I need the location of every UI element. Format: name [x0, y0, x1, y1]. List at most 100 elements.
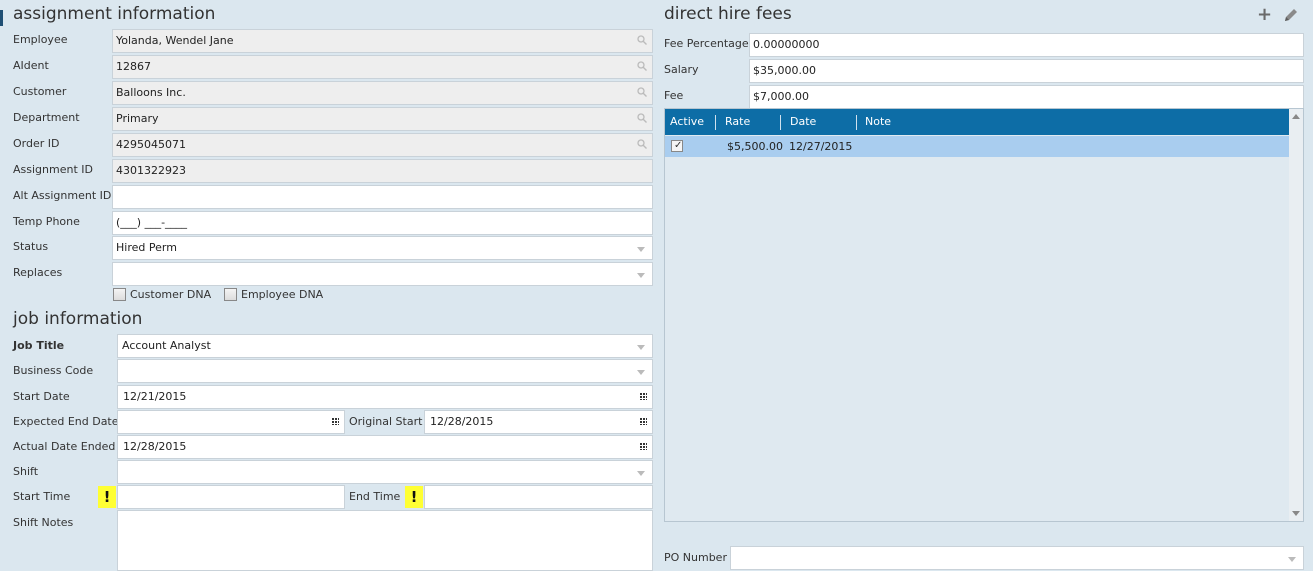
- chevron-down-icon[interactable]: [1288, 557, 1296, 562]
- column-separator[interactable]: [780, 115, 781, 130]
- plus-icon[interactable]: +: [1257, 6, 1272, 24]
- aident-field[interactable]: 12867: [112, 55, 653, 79]
- calendar-icon[interactable]: [332, 418, 339, 425]
- start-date-label: Start Date: [13, 390, 70, 403]
- check-icon: ✓: [674, 140, 683, 151]
- assignment-section-title: assignment information: [13, 4, 216, 24]
- column-header-rate[interactable]: Rate: [725, 109, 750, 135]
- status-select[interactable]: Hired Perm: [112, 236, 653, 260]
- fee-percentage-value: 0.00000000: [753, 38, 820, 51]
- fee-label: Fee: [664, 89, 684, 102]
- temp-phone-input[interactable]: (___) ___-____: [112, 211, 653, 235]
- chevron-down-icon[interactable]: [637, 273, 645, 278]
- department-field[interactable]: Primary: [112, 107, 653, 131]
- actual-date-ended-label: Actual Date Ended: [13, 440, 116, 453]
- fee-percentage-input[interactable]: 0.00000000: [749, 33, 1304, 57]
- salary-input[interactable]: $35,000.00: [749, 59, 1304, 83]
- customer-dna-checkbox[interactable]: [113, 288, 126, 301]
- aident-value: 12867: [116, 60, 151, 73]
- employee-label: Employee: [13, 33, 68, 46]
- row-active-checkbox[interactable]: ✓: [671, 140, 683, 152]
- original-start-label: Original Start: [349, 415, 423, 428]
- column-separator[interactable]: [715, 115, 716, 130]
- end-time-input[interactable]: [424, 485, 653, 509]
- fee-percentage-label: Fee Percentage: [664, 37, 749, 50]
- start-time-input[interactable]: [117, 485, 345, 509]
- pencil-icon[interactable]: [1283, 7, 1299, 23]
- column-header-note[interactable]: Note: [865, 109, 891, 135]
- scroll-down-icon[interactable]: [1292, 511, 1300, 516]
- po-number-label: PO Number: [664, 551, 727, 564]
- calendar-icon[interactable]: [640, 443, 647, 450]
- chevron-down-icon[interactable]: [637, 471, 645, 476]
- employee-field[interactable]: Yolanda, Wendel Jane: [112, 29, 653, 53]
- scroll-up-icon[interactable]: [1292, 114, 1300, 119]
- calendar-icon[interactable]: [640, 418, 647, 425]
- actual-date-ended-input[interactable]: 12/28/2015: [117, 435, 653, 459]
- shift-label: Shift: [13, 465, 39, 478]
- row-rate: $5,500.00: [727, 140, 783, 153]
- actual-date-ended-value: 12/28/2015: [123, 440, 187, 453]
- section-accent: [0, 10, 3, 26]
- shift-notes-label: Shift Notes: [13, 516, 74, 529]
- po-number-select[interactable]: [730, 546, 1304, 570]
- expected-end-date-input[interactable]: [117, 410, 345, 434]
- chevron-down-icon[interactable]: [637, 345, 645, 350]
- status-value: Hired Perm: [116, 241, 177, 254]
- business-code-select[interactable]: [117, 359, 653, 383]
- direct-hire-section-title: direct hire fees: [664, 4, 792, 24]
- order-id-field[interactable]: 4295045071: [112, 133, 653, 157]
- calendar-icon[interactable]: [640, 393, 647, 400]
- business-code-label: Business Code: [13, 364, 94, 377]
- grid-header: Active Rate Date Note: [665, 109, 1289, 135]
- original-start-input[interactable]: 12/28/2015: [424, 410, 653, 434]
- search-icon[interactable]: [637, 113, 647, 123]
- replaces-label: Replaces: [13, 266, 63, 279]
- expected-end-date-label: Expected End Date: [13, 415, 119, 428]
- customer-field[interactable]: Balloons Inc.: [112, 81, 653, 105]
- alt-assignment-id-input[interactable]: [112, 185, 653, 209]
- column-separator[interactable]: [856, 115, 857, 130]
- table-row[interactable]: ✓ $5,500.00 12/27/2015: [665, 136, 1289, 157]
- department-label: Department: [13, 111, 80, 124]
- employee-dna-checkbox[interactable]: [224, 288, 237, 301]
- end-time-warning-icon: !: [405, 486, 423, 508]
- column-header-date[interactable]: Date: [790, 109, 816, 135]
- start-date-value: 12/21/2015: [123, 390, 187, 403]
- employee-dna-label: Employee DNA: [241, 288, 324, 301]
- chevron-down-icon[interactable]: [637, 247, 645, 252]
- aident-label: AIdent: [13, 59, 49, 72]
- replaces-select[interactable]: [112, 262, 653, 286]
- assignment-id-label: Assignment ID: [13, 163, 93, 176]
- start-time-label: Start Time: [13, 490, 71, 503]
- employee-value: Yolanda, Wendel Jane: [116, 34, 234, 47]
- salary-label: Salary: [664, 63, 699, 76]
- column-header-active[interactable]: Active: [670, 109, 704, 135]
- assignment-id-value: 4301322923: [116, 164, 186, 177]
- start-date-input[interactable]: 12/21/2015: [117, 385, 653, 409]
- grid-scrollbar[interactable]: [1289, 109, 1303, 521]
- status-label: Status: [13, 240, 49, 253]
- search-icon[interactable]: [637, 35, 647, 45]
- job-title-label: Job Title: [13, 339, 65, 352]
- fees-grid: Active Rate Date Note ✓ $5,500.00 12/27/…: [664, 108, 1304, 522]
- alt-assignment-id-label: Alt Assignment ID: [13, 189, 112, 202]
- job-title-select[interactable]: Account Analyst: [117, 334, 653, 358]
- chevron-down-icon[interactable]: [637, 370, 645, 375]
- customer-label: Customer: [13, 85, 67, 98]
- search-icon[interactable]: [637, 139, 647, 149]
- assignment-id-field: 4301322923: [112, 159, 653, 183]
- salary-value: $35,000.00: [753, 64, 816, 77]
- order-id-value: 4295045071: [116, 138, 186, 151]
- order-id-label: Order ID: [13, 137, 60, 150]
- shift-notes-textarea[interactable]: [117, 510, 653, 571]
- temp-phone-label: Temp Phone: [13, 215, 80, 228]
- job-section-title: job information: [13, 309, 143, 329]
- shift-select[interactable]: [117, 460, 653, 484]
- search-icon[interactable]: [637, 87, 647, 97]
- search-icon[interactable]: [637, 61, 647, 71]
- temp-phone-value: (___) ___-____: [116, 216, 188, 229]
- fee-input[interactable]: $7,000.00: [749, 85, 1304, 109]
- end-time-label: End Time: [349, 490, 401, 503]
- customer-value: Balloons Inc.: [116, 86, 186, 99]
